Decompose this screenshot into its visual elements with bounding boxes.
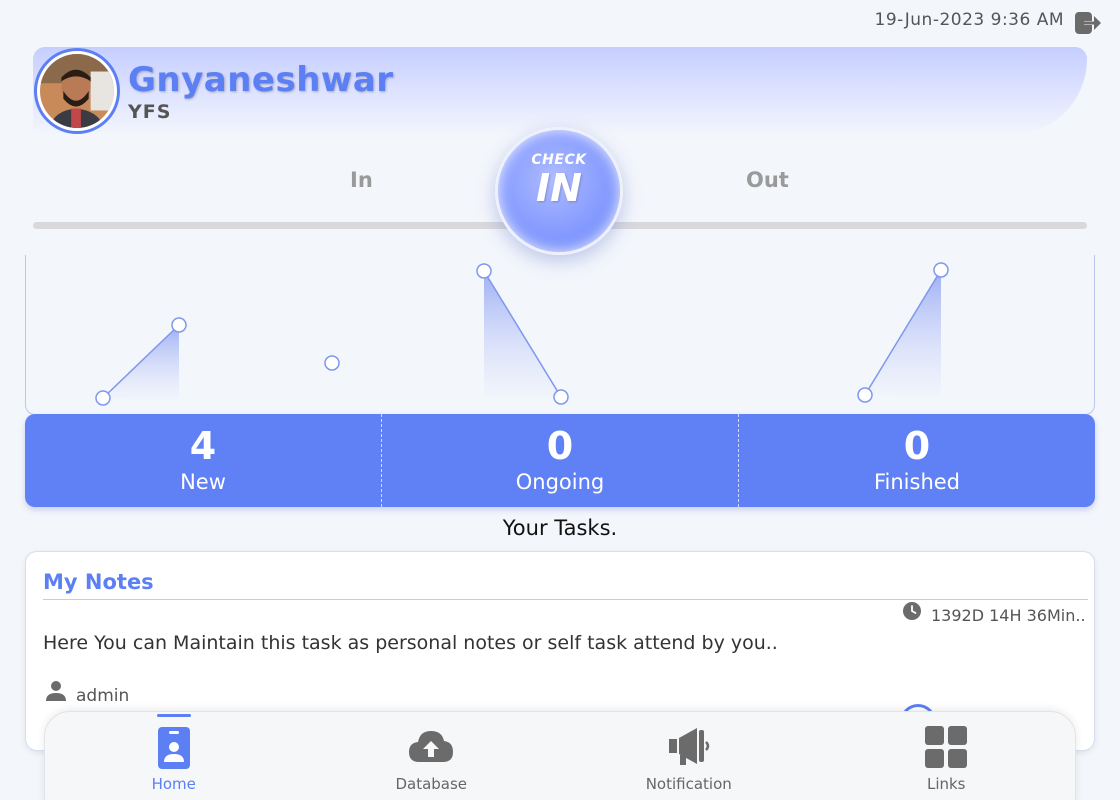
avatar[interactable]: [34, 48, 120, 134]
nav-label-notification: Notification: [645, 775, 732, 793]
task-trend-chart: [25, 255, 1095, 415]
task-card-duration: 1392D 14H 36Min..: [931, 606, 1086, 625]
stat-ongoing[interactable]: 0 Ongoing: [381, 414, 738, 507]
logout-icon[interactable]: [1074, 10, 1102, 36]
stat-finished-label: Finished: [873, 470, 961, 494]
trend-segment-new: [95, 317, 187, 406]
nav-label-links: Links: [926, 775, 966, 793]
clock-icon: [903, 602, 921, 620]
nav-label-database: Database: [395, 775, 468, 793]
tasks-section-title: Your Tasks.: [502, 516, 618, 540]
user-name: Gnyaneshwar: [128, 60, 394, 100]
stat-new[interactable]: 4 New: [25, 414, 381, 507]
task-card-description: Here You can Maintain this task as perso…: [43, 632, 778, 654]
task-card-author: admin: [76, 686, 130, 706]
stat-ongoing-label: Ongoing: [515, 470, 605, 494]
stat-new-count: 4: [189, 424, 217, 468]
stat-finished-count: 0: [903, 424, 931, 468]
user-organization: YFS: [128, 101, 172, 123]
check-in-button-label: IN: [536, 166, 582, 210]
nav-item-links[interactable]: Links: [818, 712, 1076, 800]
bottom-navigation: Home Database Notification Links: [44, 711, 1076, 800]
task-stats-bar: 4 New 0 Ongoing 0 Finished: [25, 414, 1095, 507]
nav-label-home: Home: [151, 775, 196, 793]
task-card-title: My Notes: [43, 570, 154, 594]
id-badge-icon: [157, 727, 190, 769]
nav-active-indicator: [156, 714, 191, 717]
nav-item-notification[interactable]: Notification: [560, 712, 818, 800]
check-in-label: In: [350, 168, 373, 192]
task-trend-graphic: [95, 262, 949, 406]
person-icon: [46, 681, 66, 701]
nav-item-home[interactable]: Home: [45, 712, 303, 800]
trend-segment-finished: [857, 262, 949, 403]
datetime: 19-Jun-2023 9:36 AM: [874, 10, 1064, 30]
check-out-label: Out: [746, 168, 789, 192]
trend-segment-ongoing: [476, 263, 569, 405]
stat-finished[interactable]: 0 Finished: [738, 414, 1095, 507]
cloud-upload-icon: [409, 731, 454, 762]
stat-ongoing-count: 0: [546, 424, 574, 468]
grid-icon: [925, 726, 968, 768]
nav-item-database[interactable]: Database: [303, 712, 561, 800]
trend-point-single: [324, 355, 340, 371]
task-card-divider: [43, 599, 1088, 600]
check-in-button[interactable]: CHECK IN: [495, 127, 623, 255]
megaphone-icon: [668, 728, 709, 765]
stat-new-label: New: [180, 470, 226, 494]
avatar-photo: [40, 54, 114, 128]
